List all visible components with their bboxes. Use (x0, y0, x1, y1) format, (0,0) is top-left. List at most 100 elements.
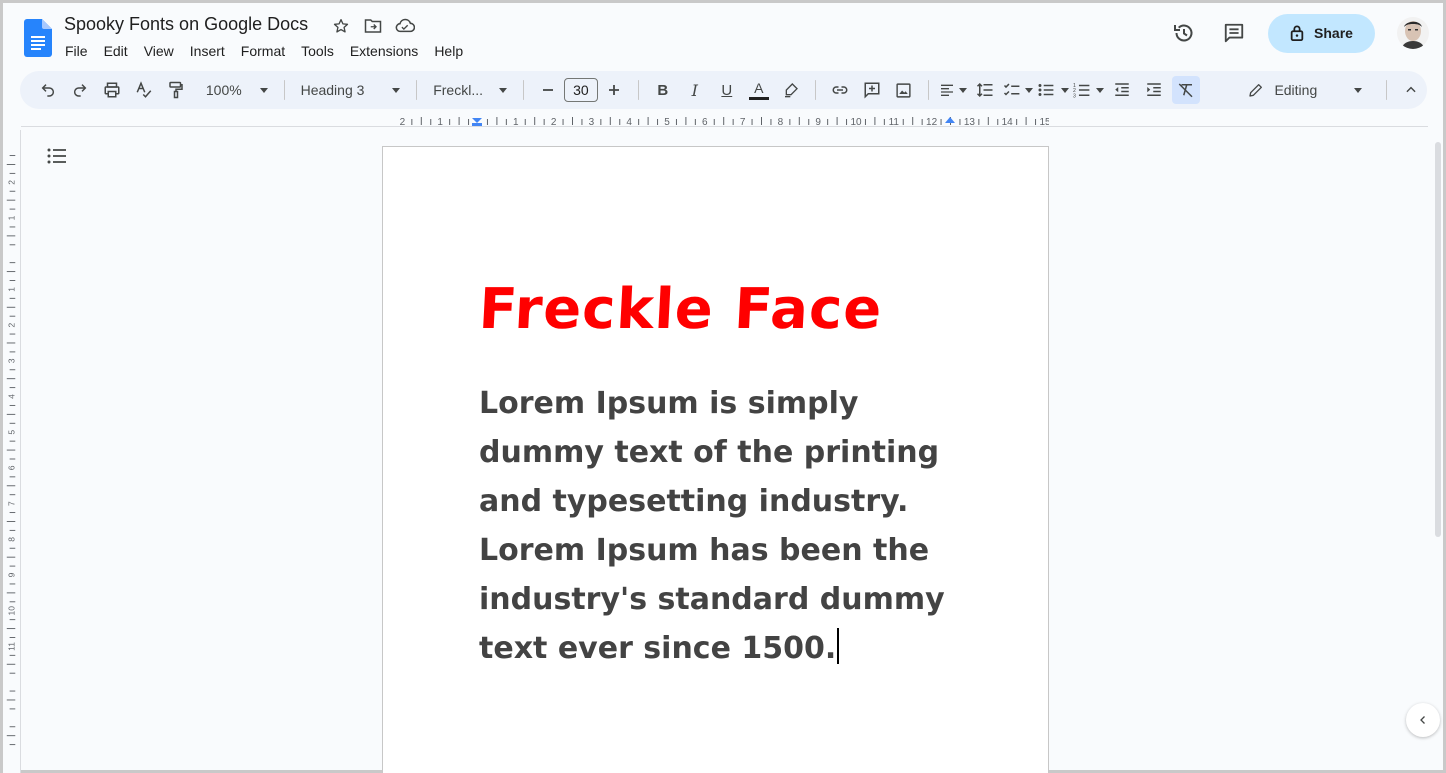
side-panel-toggle[interactable] (1406, 703, 1440, 737)
ruler-label: 11 (6, 642, 16, 651)
font-value: Freckl... (433, 82, 483, 98)
undo-button[interactable] (34, 76, 62, 104)
font-select[interactable]: Freckl... (427, 76, 513, 104)
move-folder-icon[interactable] (362, 15, 384, 37)
document-heading[interactable]: Freckle Face (477, 277, 884, 342)
toolbar-divider (814, 80, 816, 100)
underline-button[interactable]: U (713, 76, 741, 104)
ruler-label: 9 (815, 117, 821, 128)
chevron-down-icon (1024, 87, 1033, 93)
ruler-label: 5 (664, 117, 670, 128)
toolbar-divider (637, 80, 639, 100)
ruler-label: 1 (6, 215, 16, 220)
menu-insert[interactable]: Insert (182, 41, 233, 61)
vertical-ruler[interactable]: 211234567891011 (3, 130, 21, 773)
hide-menus-button[interactable] (1397, 76, 1425, 104)
ruler-label: 1 (6, 287, 16, 292)
document-body[interactable]: Lorem Ipsum is simply dummy text of the … (479, 379, 959, 673)
version-history-button[interactable] (1164, 13, 1204, 53)
insert-image-button[interactable] (890, 76, 918, 104)
align-button[interactable] (939, 76, 967, 104)
menu-file[interactable]: File (57, 41, 96, 61)
history-icon (1174, 24, 1193, 42)
cloud-saved-icon[interactable] (394, 15, 416, 37)
ruler-label: 12 (926, 117, 938, 128)
line-spacing-button[interactable] (971, 76, 999, 104)
first-line-indent-marker (472, 123, 482, 126)
menu-extensions[interactable]: Extensions (342, 41, 426, 61)
comments-button[interactable] (1214, 13, 1254, 53)
toolbar-divider (1386, 80, 1388, 100)
highlight-color-button[interactable] (777, 76, 805, 104)
editing-mode-select[interactable]: Editing (1240, 82, 1370, 98)
text-color-button[interactable]: A (745, 76, 773, 104)
undo-icon (41, 84, 55, 97)
ruler-label: 10 (850, 117, 862, 128)
paint-format-button[interactable] (162, 76, 190, 104)
chevron-down-icon (1096, 87, 1105, 93)
clear-formatting-button[interactable] (1172, 76, 1201, 104)
image-icon (896, 82, 911, 98)
outline-icon[interactable] (46, 146, 68, 166)
share-button[interactable]: Share (1268, 13, 1375, 53)
bulleted-list-icon (1038, 84, 1054, 96)
menu-tools[interactable]: Tools (293, 41, 342, 61)
increase-font-size-button[interactable] (600, 76, 628, 104)
text-color-swatch (748, 96, 769, 100)
print-icon (104, 82, 120, 98)
avatar[interactable] (1397, 17, 1429, 49)
numbered-list-button[interactable]: 123 (1073, 76, 1105, 104)
ruler-label: 14 (1002, 117, 1014, 128)
bold-button[interactable]: B (649, 76, 677, 104)
ruler-label: 7 (6, 501, 16, 506)
ruler-label: 2 (551, 117, 557, 128)
chevron-left-icon (1420, 716, 1425, 724)
star-icon[interactable] (330, 15, 352, 37)
decrease-indent-button[interactable] (1108, 76, 1136, 104)
ruler-label: 2 (6, 322, 16, 327)
scrollbar[interactable] (1431, 130, 1443, 773)
ruler-label: 11 (889, 117, 900, 128)
scrollbar-thumb[interactable] (1435, 142, 1441, 537)
ruler-label: 2 (6, 180, 16, 185)
increase-indent-icon (1147, 83, 1162, 96)
chevron-down-icon (958, 87, 967, 93)
editing-mode-label: Editing (1274, 82, 1318, 98)
bulleted-list-button[interactable] (1037, 76, 1069, 104)
horizontal-ruler[interactable]: 2 1 1 2 3 4 5 6 7 8 9 10 11 12 13 14 15 (382, 114, 1049, 129)
menu-help[interactable]: Help (426, 41, 471, 61)
decrease-indent-icon (1115, 83, 1130, 96)
menu-format[interactable]: Format (233, 41, 293, 61)
document-title[interactable]: Spooky Fonts on Google Docs (64, 14, 308, 35)
toolbar-divider (283, 80, 285, 100)
menu-view[interactable]: View (136, 41, 182, 61)
minus-icon (542, 89, 553, 91)
decrease-font-size-button[interactable] (534, 76, 562, 104)
align-left-icon (940, 84, 953, 96)
ruler-label: 13 (964, 117, 976, 128)
text-cursor (837, 628, 840, 664)
increase-indent-button[interactable] (1140, 76, 1168, 104)
print-button[interactable] (98, 76, 126, 104)
font-size-input[interactable]: 30 (563, 78, 598, 102)
ruler-label: 10 (6, 606, 16, 616)
svg-text:3: 3 (1073, 93, 1076, 99)
right-indent-marker (945, 117, 955, 123)
insert-link-button[interactable] (826, 76, 854, 104)
ruler-label: 4 (6, 394, 16, 399)
chevron-up-icon (1406, 86, 1416, 93)
italic-button[interactable]: I (681, 76, 709, 104)
spellcheck-icon (136, 81, 152, 98)
menu-edit[interactable]: Edit (96, 41, 136, 61)
share-label: Share (1314, 25, 1353, 41)
chevron-down-icon (1060, 87, 1069, 93)
docs-logo-icon[interactable] (24, 19, 52, 57)
zoom-select[interactable]: 100% (200, 76, 274, 104)
comment-icon (1224, 23, 1244, 43)
document-page[interactable]: Freckle Face Lorem Ipsum is simply dummy… (382, 146, 1049, 773)
add-comment-button[interactable] (858, 76, 886, 104)
paragraph-style-select[interactable]: Heading 3 (295, 76, 407, 104)
spellcheck-button[interactable] (130, 76, 158, 104)
redo-button[interactable] (66, 76, 94, 104)
checklist-button[interactable] (1003, 76, 1033, 104)
